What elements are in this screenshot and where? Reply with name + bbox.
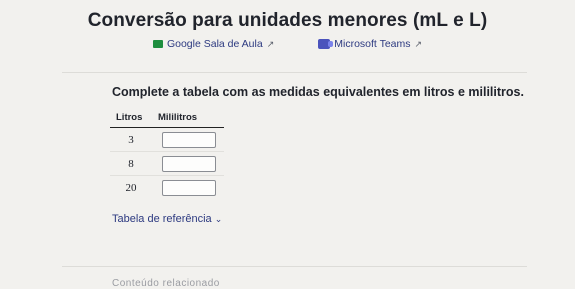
- exercise-prompt: Complete a tabela com as medidas equival…: [112, 85, 524, 99]
- related-content-heading: Conteúdo relacionado: [112, 278, 220, 289]
- liters-value: 3: [110, 127, 152, 152]
- page-title: Conversão para unidades menores (mL e L): [87, 10, 488, 31]
- table-row: 8: [110, 151, 224, 176]
- microsoft-teams-icon: [318, 39, 334, 49]
- table-row: 3: [110, 127, 224, 152]
- google-classroom-link[interactable]: Google Sala de Aula ↗: [152, 38, 275, 50]
- conversion-table: Litros Mililitros 3 8 20: [110, 110, 224, 199]
- chevron-down-icon: ⌄: [214, 213, 223, 224]
- share-links: Google Sala de Aula ↗ Microsoft Teams ↗: [0, 38, 575, 50]
- liters-value: 8: [110, 151, 152, 176]
- microsoft-teams-label: Microsoft Teams: [334, 38, 411, 50]
- external-link-icon: ↗: [266, 38, 275, 49]
- reference-table-label: Tabela de referência: [112, 213, 212, 225]
- top-divider: [62, 72, 527, 73]
- milliliters-answer-input[interactable]: [162, 155, 216, 172]
- column-header-milliliters: Mililitros: [152, 110, 224, 128]
- column-header-liters: Litros: [110, 110, 152, 128]
- google-classroom-label: Google Sala de Aula: [166, 38, 263, 50]
- milliliters-answer-input[interactable]: [162, 179, 216, 196]
- google-classroom-icon: [152, 40, 163, 48]
- reference-table-toggle[interactable]: Tabela de referência ⌄: [112, 213, 222, 225]
- external-link-icon: ↗: [414, 38, 423, 49]
- table-row: 20: [110, 176, 224, 200]
- microsoft-teams-link[interactable]: Microsoft Teams ↗: [318, 38, 422, 50]
- liters-value: 20: [125, 181, 137, 194]
- bottom-divider: [62, 266, 527, 267]
- milliliters-answer-input[interactable]: [162, 131, 216, 148]
